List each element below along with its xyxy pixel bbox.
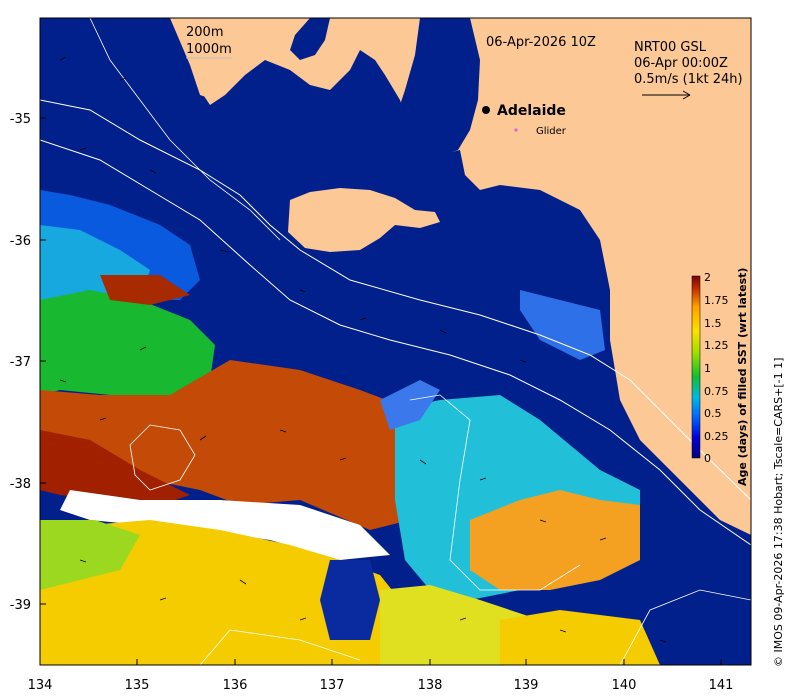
cb-tick: 1.5 xyxy=(704,317,722,330)
x-tick: 134 xyxy=(28,678,53,693)
city-label: Adelaide xyxy=(497,103,566,119)
glider-marker xyxy=(514,128,518,132)
product-time: 06-Apr 00:00Z xyxy=(634,56,728,71)
cb-tick: 0 xyxy=(704,452,711,465)
adelaide-marker xyxy=(482,106,490,114)
x-tick: 140 xyxy=(612,678,637,693)
y-tick: -35 xyxy=(10,112,31,127)
timestamp: 06-Apr-2026 10Z xyxy=(486,35,596,50)
y-tick: -37 xyxy=(10,355,31,370)
y-tick: -36 xyxy=(10,234,31,249)
sst-map: 134 135 136 137 138 139 140 141 -35 -36 … xyxy=(10,17,785,693)
cb-tick: 2 xyxy=(704,271,711,284)
x-tick: 137 xyxy=(320,678,345,693)
x-tick: 138 xyxy=(418,678,443,693)
colorbar-title: Age (days) of filled SST (wrt latest) xyxy=(736,268,749,486)
credit-text: © IMOS 09-Apr-2026 17:38 Hobart; Tscale=… xyxy=(772,358,785,667)
colorbar-scale xyxy=(691,275,701,459)
x-tick: 135 xyxy=(125,678,150,693)
cb-tick: 0.75 xyxy=(704,385,729,398)
x-tick: 141 xyxy=(709,678,734,693)
isobath-label-1000: 1000m xyxy=(186,42,232,57)
isobath-label-200: 200m xyxy=(186,25,223,40)
map-layers xyxy=(40,18,751,665)
y-tick: -39 xyxy=(10,598,31,613)
product-name: NRT00 GSL xyxy=(634,40,707,55)
cb-tick: 0.5 xyxy=(704,407,722,420)
x-tick: 136 xyxy=(223,678,248,693)
x-tick: 139 xyxy=(514,678,539,693)
glider-label: Glider xyxy=(536,126,567,137)
cb-tick: 1.25 xyxy=(704,339,729,352)
cb-tick: 1 xyxy=(704,362,711,375)
cb-tick: 0.25 xyxy=(704,430,729,443)
y-tick: -38 xyxy=(10,477,31,492)
vector-scale: 0.5m/s (1kt 24h) xyxy=(634,72,743,87)
patch-darkblue-south xyxy=(320,560,380,640)
cb-tick: 1.75 xyxy=(704,294,729,307)
